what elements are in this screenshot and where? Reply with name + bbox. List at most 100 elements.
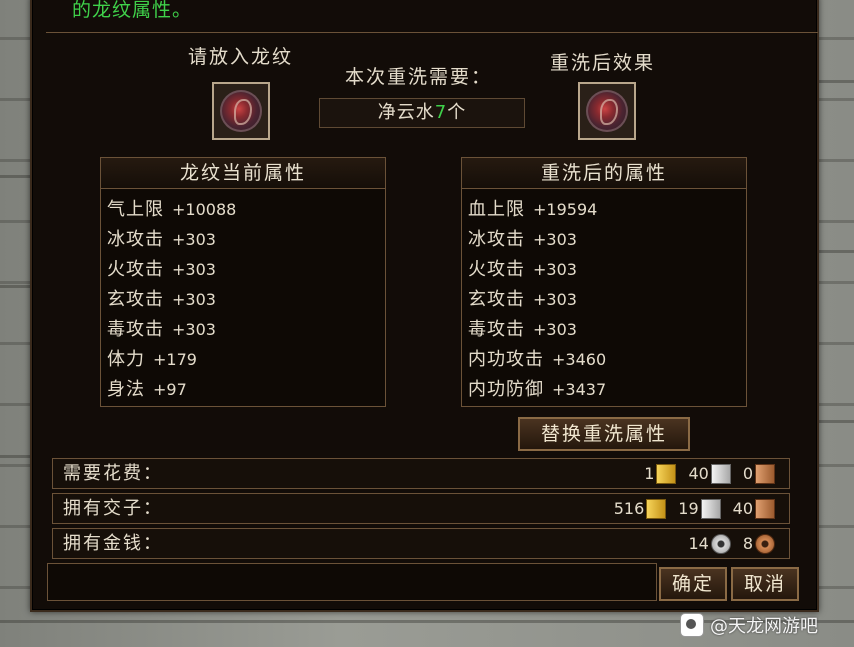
jiaozi-row: 拥有交子： 516 19 40 <box>52 493 790 524</box>
attribute-name: 玄攻击 <box>468 289 525 310</box>
dragon-pattern-gem-icon <box>220 90 262 132</box>
cost-copper: 0 <box>742 463 775 484</box>
attribute-value: +97 <box>153 380 187 399</box>
cost-item-box: 净云水7个 <box>319 98 525 128</box>
copper-note-icon <box>755 498 775 519</box>
attribute-row: 气上限 +10088 <box>107 195 385 225</box>
cost-item-unit: 个 <box>447 102 467 123</box>
attribute-name: 冰攻击 <box>107 229 164 250</box>
bottom-bar <box>47 563 657 601</box>
money-silver: 14 <box>688 533 731 554</box>
gold-note-icon <box>656 463 677 484</box>
attribute-value: +303 <box>172 290 216 309</box>
cost-row-values: 1 40 0 <box>632 459 775 488</box>
cost-item-name: 净云水 <box>377 102 435 123</box>
attribute-name: 冰攻击 <box>468 229 525 250</box>
cost-row-label: 需要花费： <box>63 463 163 484</box>
current-attributes-title: 龙纹当前属性 <box>100 157 386 189</box>
attribute-row: 血上限 +19594 <box>468 195 746 225</box>
cancel-button[interactable]: 取消 <box>731 567 799 601</box>
watermark-text: @天龙网游吧 <box>710 616 818 637</box>
confirm-button[interactable]: 确定 <box>659 567 727 601</box>
attribute-name: 毒攻击 <box>107 319 164 340</box>
dragon-pattern-result-slot[interactable] <box>578 82 636 140</box>
attribute-value: +303 <box>172 230 216 249</box>
attribute-name: 血上限 <box>468 199 525 220</box>
attribute-row: 玄攻击 +303 <box>468 285 746 315</box>
jiaozi-row-label: 拥有交子： <box>63 498 163 519</box>
attribute-name: 火攻击 <box>107 259 164 280</box>
jiaozi-gold: 516 <box>613 498 667 519</box>
attribute-value: +179 <box>153 350 197 369</box>
attribute-row: 内功攻击 +3460 <box>468 345 746 375</box>
cost-silver-value: 40 <box>688 464 709 483</box>
attribute-row: 毒攻击 +303 <box>107 315 385 345</box>
silver-coin-icon <box>710 533 731 554</box>
attribute-value: +303 <box>533 260 577 279</box>
jiaozi-row-values: 516 19 40 <box>602 494 775 523</box>
input-slot-label: 请放入龙纹 <box>188 46 294 68</box>
silver-note-icon <box>710 463 731 484</box>
money-silver-value: 14 <box>688 534 709 553</box>
current-attributes-panel: 龙纹当前属性 气上限 +10088 冰攻击 +303 火攻击 +303 玄攻击 +303… <box>100 157 386 407</box>
jiaozi-copper-value: 40 <box>732 499 753 518</box>
dragon-pattern-input-slot[interactable] <box>212 82 270 140</box>
watermark: @天龙网游吧 <box>680 612 818 638</box>
attribute-name: 身法 <box>107 379 145 400</box>
money-row-label: 拥有金钱： <box>63 533 163 554</box>
cost-silver: 40 <box>688 463 731 484</box>
cost-row: 需要花费： 1 40 0 <box>52 458 790 489</box>
money-row-values: 14 8 <box>676 529 775 558</box>
attribute-row: 毒攻击 +303 <box>468 315 746 345</box>
attribute-name: 毒攻击 <box>468 319 525 340</box>
message-bar: 的龙纹属性。 <box>46 0 818 33</box>
current-attributes-list: 气上限 +10088 冰攻击 +303 火攻击 +303 玄攻击 +303 毒攻击 +30… <box>100 189 386 407</box>
attribute-name: 内功防御 <box>468 379 544 400</box>
attribute-value: +10088 <box>172 200 237 219</box>
attribute-value: +303 <box>533 320 577 339</box>
attribute-name: 气上限 <box>107 199 164 220</box>
copper-note-icon <box>755 463 775 484</box>
attribute-name: 玄攻击 <box>107 289 164 310</box>
attribute-row: 内功防御 +3437 <box>468 375 746 405</box>
attribute-row: 冰攻击 +303 <box>468 225 746 255</box>
attribute-value: +303 <box>172 320 216 339</box>
top-message: 的龙纹属性。 <box>72 0 193 21</box>
cost-item-count: 7 <box>434 102 448 123</box>
attribute-row: 火攻击 +303 <box>107 255 385 285</box>
gold-note-icon <box>646 498 667 519</box>
attribute-value: +303 <box>533 290 577 309</box>
result-slot-label: 重洗后效果 <box>550 52 656 74</box>
jiaozi-gold-value: 516 <box>613 499 645 518</box>
attribute-row: 体力 +179 <box>107 345 385 375</box>
result-attributes-list: 血上限 +19594 冰攻击 +303 火攻击 +303 玄攻击 +303 毒攻击 +30… <box>461 189 747 407</box>
cost-gold: 1 <box>644 463 677 484</box>
money-copper: 8 <box>742 533 775 554</box>
attribute-value: +3437 <box>552 380 607 399</box>
dragon-pattern-gem-icon <box>586 90 628 132</box>
attribute-value: +19594 <box>533 200 598 219</box>
attribute-row: 冰攻击 +303 <box>107 225 385 255</box>
result-attributes-panel: 重洗后的属性 血上限 +19594 冰攻击 +303 火攻击 +303 玄攻击 +303… <box>461 157 747 407</box>
jiaozi-copper: 40 <box>732 498 775 519</box>
jiaozi-silver-value: 19 <box>678 499 699 518</box>
attribute-row: 火攻击 +303 <box>468 255 746 285</box>
result-attributes-title: 重洗后的属性 <box>461 157 747 189</box>
attribute-name: 火攻击 <box>468 259 525 280</box>
attribute-name: 体力 <box>107 349 145 370</box>
cost-heading: 本次重洗需要： <box>345 66 493 88</box>
cost-gold-value: 1 <box>644 464 655 483</box>
replace-rewash-attributes-button[interactable]: 替换重洗属性 <box>518 417 690 451</box>
watermark-logo-icon <box>680 613 704 637</box>
cost-copper-value: 0 <box>742 464 753 483</box>
attribute-row: 玄攻击 +303 <box>107 285 385 315</box>
attribute-row: 身法 +97 <box>107 375 385 405</box>
money-copper-value: 8 <box>742 534 753 553</box>
attribute-value: +3460 <box>552 350 607 369</box>
attribute-value: +303 <box>533 230 577 249</box>
attribute-value: +303 <box>172 260 216 279</box>
attribute-name: 内功攻击 <box>468 349 544 370</box>
money-row: 拥有金钱： 14 8 <box>52 528 790 559</box>
jiaozi-silver: 19 <box>678 498 721 519</box>
copper-coin-icon <box>755 533 775 554</box>
